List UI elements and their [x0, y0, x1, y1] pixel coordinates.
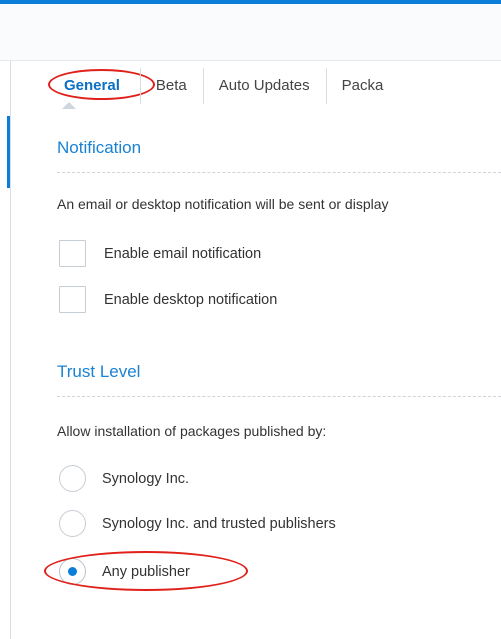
- notification-divider: [57, 172, 501, 173]
- left-navigation-pane: [0, 61, 11, 639]
- email-notification-option[interactable]: Enable email notification: [59, 240, 261, 267]
- active-tab-caret-icon: [62, 102, 76, 109]
- email-notification-checkbox[interactable]: [59, 240, 86, 267]
- desktop-notification-option[interactable]: Enable desktop notification: [59, 286, 277, 313]
- trust-synology-trusted-label: Synology Inc. and trusted publishers: [102, 515, 336, 532]
- trust-synology-radio[interactable]: [59, 465, 86, 492]
- left-pane-selection-indicator: [7, 116, 10, 188]
- window-header: [0, 4, 501, 61]
- trust-synology-trusted-radio[interactable]: [59, 510, 86, 537]
- desktop-notification-label: Enable desktop notification: [104, 291, 278, 308]
- email-notification-label: Enable email notification: [104, 245, 262, 262]
- desktop-notification-checkbox[interactable]: [59, 286, 86, 313]
- trust-any-publisher-radio[interactable]: [59, 558, 86, 585]
- settings-tab-bar: General Beta Auto Updates Packa: [44, 64, 399, 108]
- trust-synology-option[interactable]: Synology Inc.: [59, 465, 189, 492]
- tab-general[interactable]: General: [44, 64, 155, 108]
- trust-synology-label: Synology Inc.: [102, 470, 190, 487]
- trust-level-divider: [57, 396, 501, 397]
- tab-auto-updates[interactable]: Auto Updates: [202, 64, 326, 108]
- tab-packages[interactable]: Packa: [325, 64, 400, 108]
- trust-level-description: Allow installation of packages published…: [57, 423, 327, 439]
- notification-section-title: Notification: [57, 138, 142, 157]
- trust-synology-trusted-option[interactable]: Synology Inc. and trusted publishers: [59, 510, 336, 537]
- trust-level-section-title: Trust Level: [57, 362, 141, 381]
- tab-beta[interactable]: Beta: [139, 64, 203, 108]
- trust-any-publisher-option[interactable]: Any publisher: [59, 558, 190, 585]
- notification-description: An email or desktop notification will be…: [57, 196, 389, 212]
- trust-any-publisher-label: Any publisher: [102, 563, 190, 580]
